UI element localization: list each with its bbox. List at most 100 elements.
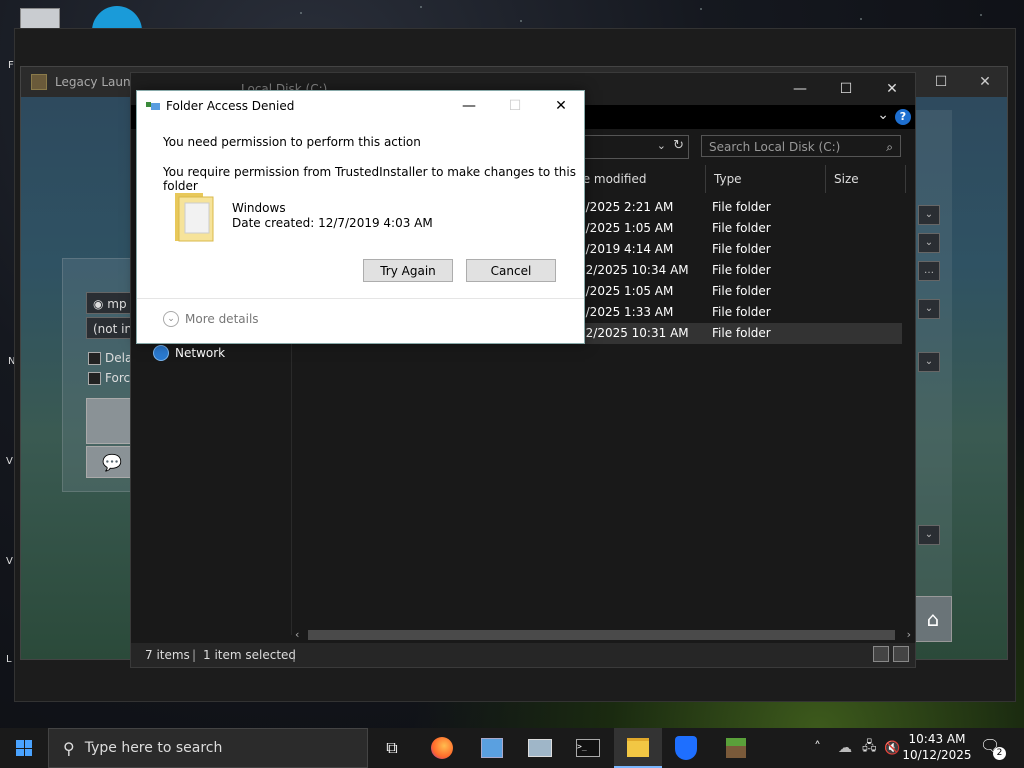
large-icons-view-icon[interactable] [893, 646, 909, 662]
folder-date-created: Date created: 12/7/2019 4:03 AM [232, 216, 433, 230]
close-button[interactable]: ✕ [869, 73, 915, 105]
scroll-left-icon[interactable]: ‹ [295, 627, 299, 643]
search-placeholder: Search Local Disk (C:) [709, 140, 841, 154]
taskbar-app-file-explorer[interactable] [614, 728, 662, 768]
dialog-message: You require permission from TrustedInsta… [163, 165, 576, 193]
notification-count-badge: 2 [993, 747, 1006, 760]
notification-center-button[interactable]: 🗨 2 [980, 736, 1006, 760]
status-bar: 7 items | 1 item selected | [131, 643, 915, 667]
volume-muted-icon[interactable]: 🔇 [884, 728, 900, 768]
try-again-button[interactable]: Try Again [363, 259, 453, 282]
dialog-window-controls: — ☐ ✕ [446, 91, 584, 121]
taskbar: ⚲ Type here to search ⧉ >_ ˄ ☁ 🖧 🔇 10:43… [0, 728, 1024, 768]
nav-item-network[interactable]: Network [153, 345, 225, 361]
status-divider: | [192, 648, 197, 662]
windows-logo-icon [16, 740, 32, 756]
checkbox-box[interactable] [88, 371, 101, 385]
expand-ribbon-icon[interactable]: ⌄ [877, 107, 889, 123]
address-dropdown-icon[interactable]: ⌄ [657, 139, 666, 152]
settings-dropdown[interactable]: ⌄ [918, 205, 940, 225]
row-type: File folder [712, 200, 771, 214]
taskbar-app-minecraft[interactable] [712, 728, 760, 768]
column-size[interactable]: Size [826, 165, 906, 193]
clock-time: 10:43 AM [908, 732, 966, 746]
user-icon: ◉ [93, 297, 108, 311]
settings-dropdown[interactable]: ⌄ [918, 525, 940, 545]
close-button[interactable]: ✕ [963, 67, 1007, 97]
folder-icon [175, 193, 214, 242]
maximize-button: ☐ [508, 98, 522, 114]
status-item-count: 7 items [145, 648, 190, 662]
folder-move-icon [146, 100, 160, 112]
maximize-button[interactable]: ☐ [823, 73, 869, 105]
dialog-title: Folder Access Denied [166, 99, 295, 113]
taskbar-search-placeholder: Type here to search [84, 740, 223, 756]
row-type: File folder [712, 326, 771, 340]
settings-dropdown[interactable]: ⌄ [918, 352, 940, 372]
settings-more-button[interactable]: … [918, 261, 940, 281]
close-button[interactable]: ✕ [538, 91, 584, 121]
address-bar[interactable]: ⌄ ↻ [581, 135, 689, 159]
tray-overflow-button[interactable]: ˄ [814, 728, 821, 768]
taskbar-app-firefox[interactable] [418, 728, 466, 768]
row-date: 3/2025 1:33 AM [578, 305, 674, 319]
column-type[interactable]: Type [706, 165, 826, 193]
search-input[interactable]: Search Local Disk (C:) ⌕ [701, 135, 901, 157]
onedrive-icon[interactable]: ☁ [838, 728, 852, 768]
scroll-right-icon[interactable]: › [907, 627, 911, 643]
row-type: File folder [712, 263, 771, 277]
maximize-button[interactable]: ☐ [919, 67, 963, 97]
chevron-down-icon: ⌄ [163, 311, 179, 327]
taskbar-app-control-panel[interactable] [468, 728, 516, 768]
details-view-icon[interactable] [873, 646, 889, 662]
row-type: File folder [712, 305, 771, 319]
taskbar-app-shield[interactable] [662, 728, 710, 768]
search-icon: ⌕ [886, 140, 893, 154]
more-details-toggle[interactable]: ⌄ More details [163, 311, 259, 327]
network-icon [153, 345, 169, 361]
horizontal-scrollbar[interactable]: ‹ › [292, 627, 915, 643]
cancel-button[interactable]: Cancel [466, 259, 556, 282]
start-button[interactable] [0, 728, 48, 768]
shield-icon [675, 736, 697, 760]
minecraft-icon [726, 738, 746, 758]
row-type: File folder [712, 284, 771, 298]
checkbox-box[interactable] [88, 351, 101, 365]
taskbar-search[interactable]: ⚲ Type here to search [48, 728, 368, 768]
task-view-button[interactable]: ⧉ [368, 728, 416, 768]
chevron-up-icon: ˄ [814, 740, 821, 756]
settings-dropdown[interactable]: ⌄ [918, 299, 940, 319]
row-date: 7/2019 4:14 AM [578, 242, 674, 256]
more-details-label: More details [185, 312, 259, 326]
network-status-icon[interactable]: 🖧 [862, 728, 877, 768]
desktop-edge-letter: V [6, 556, 13, 567]
folder-access-denied-dialog: Folder Access Denied — ☐ ✕ You need perm… [136, 90, 585, 344]
launcher-logo-icon [31, 74, 47, 90]
home-button[interactable]: ⌂ [914, 596, 952, 642]
system-clock[interactable]: 10:43 AM 10/12/2025 [902, 731, 972, 763]
row-date: 1/2025 2:21 AM [578, 200, 674, 214]
chat-icon: 💬 [102, 452, 122, 472]
scroll-thumb[interactable] [308, 630, 895, 640]
desktop-edge-letter: V [6, 456, 13, 467]
explorer-window-controls: — ☐ ✕ [777, 73, 915, 105]
dialog-heading: You need permission to perform this acti… [163, 135, 421, 149]
terminal-icon: >_ [576, 739, 600, 757]
nav-item-label: Network [175, 346, 226, 360]
taskbar-app-computer[interactable] [516, 728, 564, 768]
desktop-edge-letter: F [8, 60, 14, 71]
minimize-button[interactable]: — [446, 91, 492, 121]
view-toggle [873, 646, 909, 662]
clock-date: 10/12/2025 [902, 748, 972, 762]
checkbox-1[interactable]: Dela [88, 351, 132, 365]
folder-name: Windows [232, 201, 286, 215]
column-date-modified[interactable]: te modified [570, 165, 706, 193]
taskbar-app-terminal[interactable]: >_ [564, 728, 612, 768]
status-divider: | [292, 648, 297, 662]
refresh-icon[interactable]: ↻ [673, 138, 684, 153]
settings-dropdown[interactable]: ⌄ [918, 233, 940, 253]
checkbox-2[interactable]: Forc [88, 371, 130, 385]
minimize-button[interactable]: — [777, 73, 823, 105]
dialog-titlebar[interactable]: Folder Access Denied — ☐ ✕ [137, 91, 584, 121]
help-icon[interactable]: ? [895, 109, 911, 125]
